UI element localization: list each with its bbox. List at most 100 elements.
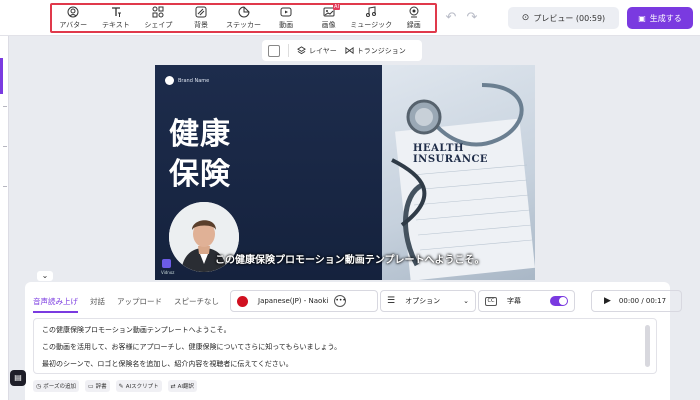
collapse-panel-button[interactable]: ⌄ [37,271,53,281]
ai-script-button[interactable]: ✎ AIスクリプト [115,380,162,392]
undo-icon[interactable]: ↶ [444,11,458,25]
vidnoz-logo-icon [162,259,171,268]
chevron-down-icon: ⌄ [463,297,469,305]
frame-title-line1: 健康 [169,117,231,152]
ai-translate-button[interactable]: ⇄ AI翻訳 [167,380,198,392]
ai-badge: AI [333,4,340,10]
dictionary-button[interactable]: ▭ 辞書 [84,380,110,392]
record-icon [409,6,419,18]
transition-button[interactable]: トランジション [345,46,406,56]
transition-label: トランジション [356,46,406,55]
tool-text[interactable]: テキスト [95,6,138,30]
script-line: 最初のシーンで、ロゴと保険名を追加し、紹介内容を視聴者に伝えてください。 [42,360,293,368]
redo-icon[interactable]: ↷ [465,11,479,25]
chip-label: AIスクリプト [125,384,159,390]
preview-button[interactable]: ⊙ プレビュー (00:59) [508,7,619,29]
tool-shape[interactable]: シェイプ [137,6,180,30]
layer-label: レイヤー [309,46,337,55]
document-heading: HEALTH INSURANCE [413,143,489,165]
left-sidebar [0,36,9,400]
more-icon[interactable]: ••• [334,295,347,307]
sticker-icon [238,6,250,18]
canvas-controls: レイヤー トランジション [262,40,422,61]
japan-flag-icon [237,295,248,307]
play-icon: ▶ [604,296,611,306]
sidebar-active-indicator[interactable] [0,58,3,94]
preview-label: プレビュー (00:59) [533,13,606,23]
dictionary-icon: ▭ [87,382,94,390]
avatar-icon [67,6,79,18]
inbox-icon[interactable]: ▤ [10,370,26,386]
tool-record[interactable]: 録画 [393,6,436,30]
generate-button[interactable]: ▣ 生成する [627,7,693,29]
tool-image[interactable]: AI 画像 [307,4,350,30]
play-circle-icon: ⊙ [521,13,530,23]
tab-no-speech[interactable]: スピーチなし [174,296,219,313]
chip-label: ポーズの追加 [43,384,76,390]
tab-tts[interactable]: 音声読み上げ [33,296,78,313]
tool-music[interactable]: ミュージック [350,6,393,30]
canvas-color-swatch[interactable] [268,44,280,57]
voice-selector[interactable]: Japanese(JP) - Naoki ••• [230,290,378,312]
caption-label: 字幕 [507,297,521,305]
generate-label: 生成する [649,13,682,23]
shape-icon [152,6,164,18]
script-tools: ◷ ポーズの追加 ▭ 辞書 ✎ AIスクリプト ⇄ AI翻訳 [33,380,203,392]
time-label: 00:00 / 00:17 [618,297,667,305]
tab-dialogue[interactable]: 対話 [90,296,105,313]
scrollbar[interactable] [645,325,650,367]
translate-icon: ⇄ [170,382,176,390]
caption-toggle[interactable] [550,296,568,306]
tool-label: ミュージック [350,21,393,29]
script-line: この動画を活用して、お客様にアプローチし、健康保険についてさらに知ってもらいまし… [42,343,342,351]
tool-label: 録画 [406,21,421,29]
video-preview[interactable]: Brand Name 健康 保険 HEALTH INSURANCE Vidnoz… [155,65,535,280]
voice-label: Japanese(JP) - Naoki [258,297,329,305]
tool-video[interactable]: 動画 [265,6,308,30]
tool-avatar[interactable]: アバター [52,6,95,30]
option-label: オプション [405,297,441,305]
sidebar-tick [3,186,7,187]
script-textarea[interactable]: この健康保険プロモーション動画テンプレートへようこそ。 この動画を活用して、お客… [33,318,657,374]
tool-label: 画像 [321,21,336,29]
tool-label: ステッカー [226,21,262,29]
transition-icon [345,46,354,55]
caption-overlay: この健康保険プロモーション動画テンプレートへようこそ。 [215,255,485,266]
background-icon [195,6,207,18]
tool-background[interactable]: 背景 [180,6,223,30]
tool-label: シェイプ [144,21,173,29]
music-icon [366,6,377,17]
add-pause-button[interactable]: ◷ ポーズの追加 [33,380,79,392]
sidebar-tick [3,146,7,147]
element-tools: アバター テキスト シェイプ 背景 ステッカー 動画 AI 画像 ミュージック … [50,3,437,33]
tab-upload[interactable]: アップロード [117,296,162,313]
options-dropdown[interactable]: ☰ オプション ⌄ [380,290,476,312]
script-tabs: 音声読み上げ 対話 アップロード スピーチなし [33,296,231,313]
brand-name: Brand Name [178,77,210,84]
tool-label: テキスト [101,21,130,29]
tool-label: アバター [59,21,88,29]
video-icon [280,7,292,17]
layers-icon [297,46,306,55]
divider [288,44,289,57]
chevron-down-icon: ⌄ [41,271,49,280]
caption-toggle-row: CC 字幕 [478,290,575,312]
tool-sticker[interactable]: ステッカー [222,6,265,30]
clock-icon: ◷ [36,382,42,390]
sliders-icon: ☰ [387,296,396,306]
chip-label: AI翻訳 [177,384,195,390]
top-toolbar: アバター テキスト シェイプ 背景 ステッカー 動画 AI 画像 ミュージック … [0,0,700,36]
stethoscope-illustration [391,83,535,280]
text-icon [111,7,121,17]
layer-button[interactable]: レイヤー [297,46,337,56]
audio-play-button[interactable]: ▶ 00:00 / 00:17 [591,290,682,312]
watermark-text: Vidnoz [161,270,175,275]
tool-label: 背景 [193,21,208,29]
brand-mark-icon [165,76,174,85]
tool-label: 動画 [279,21,294,29]
frame-photo [382,65,535,280]
chip-label: 辞書 [95,384,107,390]
sidebar-tick [3,106,7,107]
cc-icon: CC [485,296,497,306]
frame-title-line2: 保険 [169,157,231,192]
